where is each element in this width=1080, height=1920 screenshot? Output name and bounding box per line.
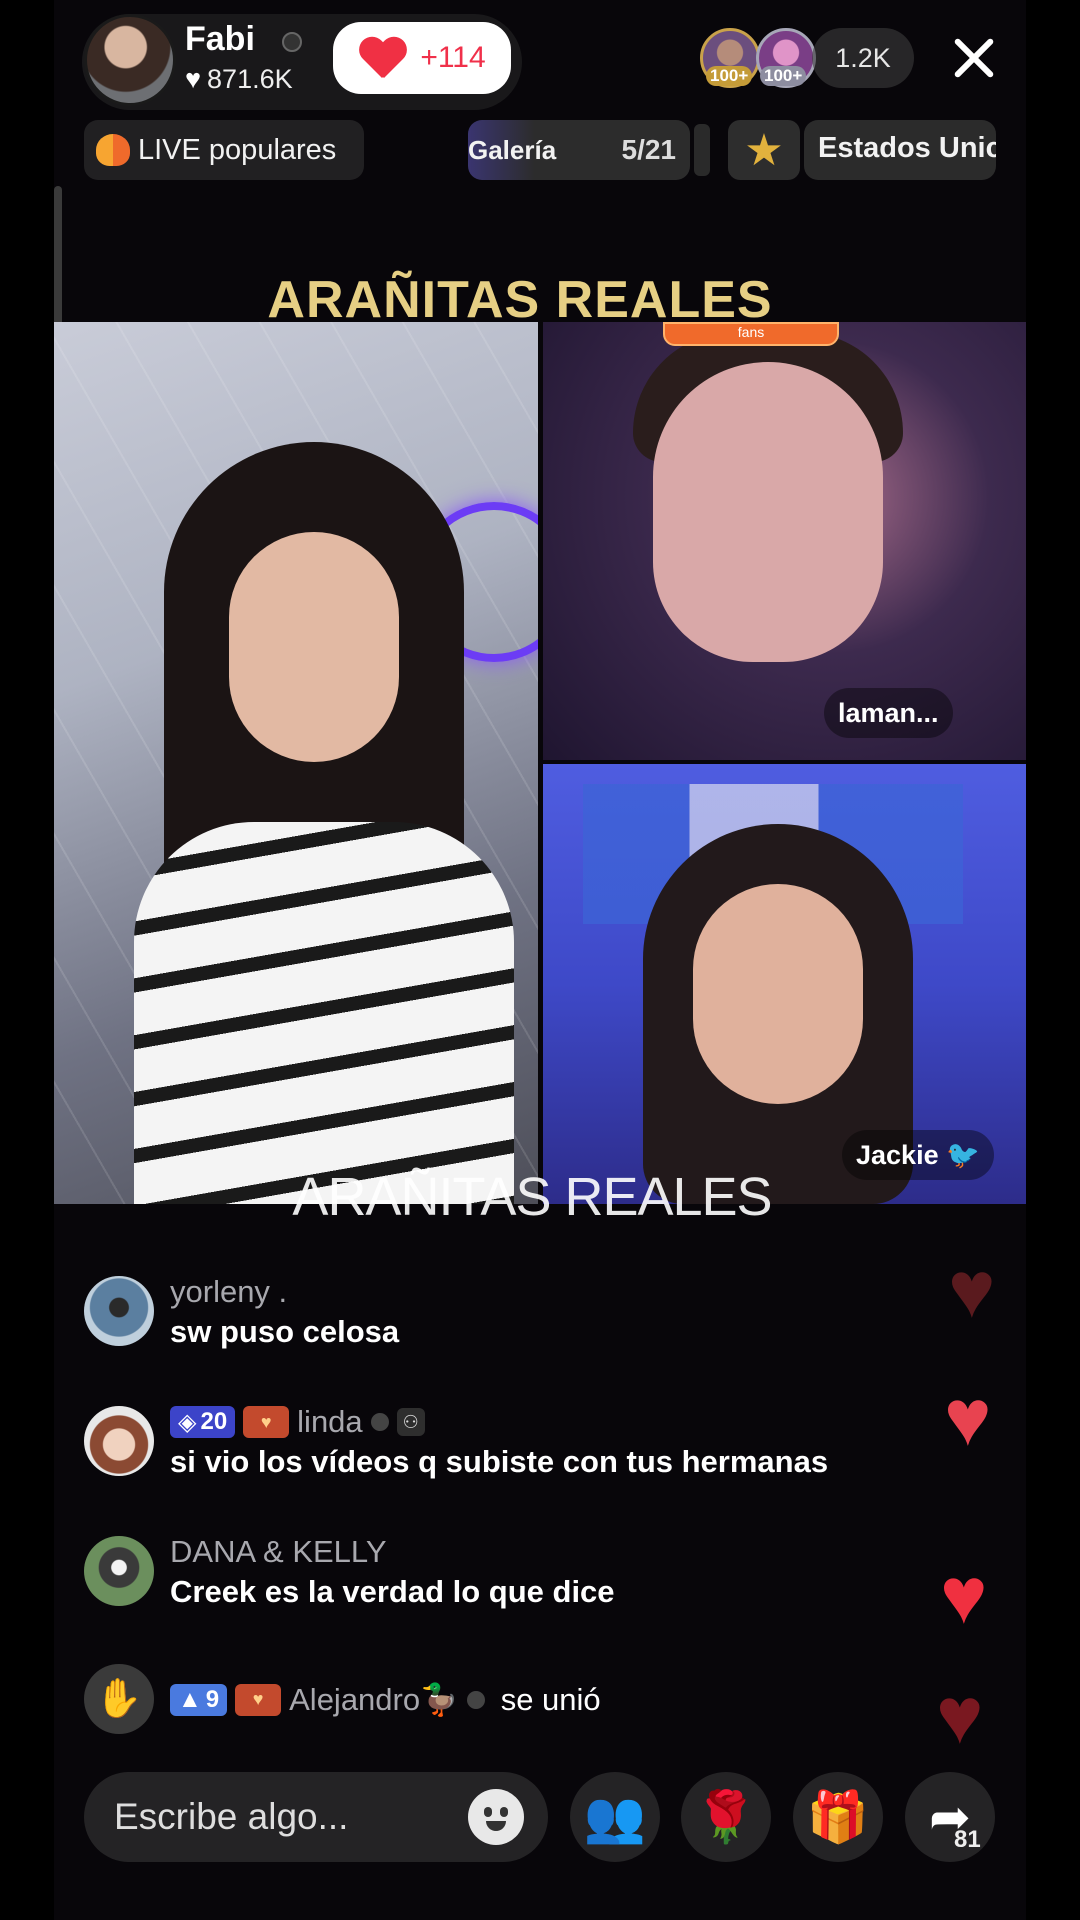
host-likes-count: 871.6K: [207, 64, 293, 94]
comment-text: sw puso celosa: [170, 1314, 400, 1349]
level-badge: ▲ 9: [170, 1683, 228, 1716]
region-ranking-button[interactable]: Estados Unic: [804, 120, 996, 180]
triangle-icon: ▲: [178, 1685, 202, 1713]
gallery-label: Galería: [468, 134, 557, 165]
viewer-count[interactable]: 1.2K: [812, 28, 914, 88]
watermark-text: ARAÑITAS REALES: [292, 1167, 772, 1227]
guest-name-tag[interactable]: laman...: [824, 688, 953, 738]
share-icon[interactable]: ➦: [905, 1772, 995, 1862]
follow-label: +114: [420, 41, 486, 74]
gift-icon[interactable]: 🎁: [793, 1772, 883, 1862]
fans-banner: fans: [663, 322, 839, 346]
commenter-name[interactable]: Alejandro🦆: [289, 1681, 459, 1718]
floating-heart-icon: ♥: [940, 1551, 988, 1640]
rose-gift-icon[interactable]: 🌹: [681, 1772, 771, 1862]
viewer-rank-badge: 100+: [706, 66, 753, 86]
floating-heart-icon: ♥: [936, 1671, 984, 1760]
live-popular-button[interactable]: LIVE populares: [84, 120, 364, 180]
fan-club-badge-icon: ♥: [243, 1406, 290, 1438]
host-likes: ♥ 871.6K: [185, 64, 293, 95]
floating-heart-icon: ♥: [944, 1373, 992, 1462]
host-face: [229, 532, 399, 762]
fan-club-badge-icon: ♥: [235, 1683, 282, 1716]
host-name: Fabi: [185, 20, 255, 58]
friend-icon: ⚇: [396, 1408, 425, 1436]
host-avatar[interactable]: [84, 14, 176, 106]
comment-input[interactable]: Escribe algo...: [84, 1772, 548, 1862]
commenter-name[interactable]: linda: [297, 1404, 363, 1440]
follow-button[interactable]: +114: [333, 22, 511, 94]
commenter-name[interactable]: yorleny .: [170, 1274, 287, 1310]
commenter-avatar[interactable]: [84, 1276, 154, 1346]
wave-hand-icon: ✋: [84, 1664, 154, 1734]
star-icon[interactable]: ★: [728, 120, 800, 180]
stream-title: ARAÑITAS REALES: [267, 271, 773, 329]
floating-heart-icon: ♥: [948, 1245, 996, 1334]
chat-comment[interactable]: ◈ 20 ♥ linda ⚇ si vio los vídeos q subist…: [84, 1404, 984, 1486]
close-icon[interactable]: [952, 36, 996, 80]
commenter-avatar[interactable]: [84, 1536, 154, 1606]
guest-face: [693, 884, 863, 1104]
guest-face: [653, 362, 883, 662]
striped-top: [134, 822, 514, 1204]
commenter-name-row: ◈ 20 ♥ linda ⚇: [170, 1404, 425, 1440]
host-badge-icon: [282, 32, 302, 52]
level-number: 20: [200, 1408, 228, 1435]
commenter-name[interactable]: DANA & KELLY: [170, 1534, 387, 1570]
join-row: ▲ 9 ♥ Alejandro🦆 se unió: [170, 1681, 601, 1718]
gallery-count: 5/21: [621, 134, 677, 165]
host-video[interactable]: [54, 322, 538, 1204]
bomb-icon: [370, 1413, 389, 1431]
live-heart-icon: [96, 134, 130, 166]
like-heart-icon: ♥: [185, 64, 202, 94]
chat-comment[interactable]: yorleny . sw puso celosa: [84, 1274, 984, 1356]
pill-divider: [694, 124, 710, 176]
emoji-icon[interactable]: [468, 1789, 524, 1845]
comment-text: si vio los vídeos q subiste con tus herm…: [170, 1444, 829, 1479]
heart-icon: [358, 36, 408, 80]
level-number: 9: [205, 1685, 220, 1713]
commenter-avatar[interactable]: [84, 1406, 154, 1476]
diamond-icon: ◈: [178, 1408, 197, 1436]
chat-comment[interactable]: DANA & KELLY Creek es la verdad lo que d…: [84, 1534, 984, 1616]
live-popular-label: LIVE populares: [138, 133, 337, 166]
comment-input-placeholder: Escribe algo...: [114, 1796, 349, 1837]
level-badge: ◈ 20: [170, 1406, 236, 1438]
bomb-icon: [466, 1690, 485, 1709]
viewer-rank-badge: 100+: [760, 66, 807, 86]
comment-text: Creek es la verdad lo que dice: [170, 1574, 615, 1609]
guest-video-top[interactable]: fans: [543, 322, 1026, 760]
share-count: 81: [954, 1826, 981, 1853]
join-notice: ✋ ▲ 9 ♥ Alejandro🦆 se unió: [84, 1664, 984, 1736]
guests-icon[interactable]: 👥: [570, 1772, 660, 1862]
gallery-button[interactable]: Galería 5/21: [468, 120, 690, 180]
join-text: se unió: [500, 1681, 601, 1717]
